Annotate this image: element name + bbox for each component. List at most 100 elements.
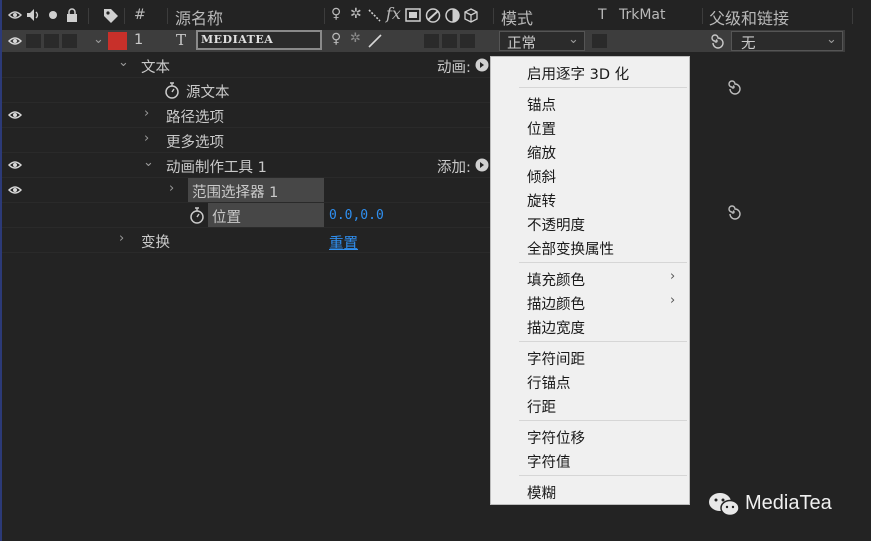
shy-switch-icon[interactable]: ♀ bbox=[331, 31, 341, 47]
position-value[interactable]: 0.0,0.0 bbox=[329, 208, 384, 223]
lock-icon[interactable] bbox=[66, 8, 78, 22]
menu-item-character-value[interactable]: 字符值 bbox=[527, 451, 571, 472]
chevron-down-icon[interactable]: ⌄ bbox=[118, 55, 129, 70]
menu-item-line-spacing[interactable]: 行距 bbox=[527, 396, 556, 417]
layer-name-field[interactable]: MEDIATEA bbox=[196, 30, 322, 50]
menu-item-tracking[interactable]: 字符间距 bbox=[527, 348, 585, 369]
menu-item-rotation[interactable]: 旋转 bbox=[527, 190, 556, 211]
property-label-transform: 变换 bbox=[141, 235, 170, 251]
column-separator bbox=[324, 8, 325, 24]
quality-switch-icon[interactable] bbox=[368, 34, 382, 48]
menu-item-character-offset[interactable]: 字符位移 bbox=[527, 427, 585, 448]
motion-blur-icon[interactable] bbox=[405, 8, 421, 22]
property-source-text[interactable]: 源文本 bbox=[0, 78, 490, 103]
property-group-path-options[interactable]: › 路径选项 bbox=[0, 103, 490, 128]
collapse-switch-icon[interactable]: ✲ bbox=[350, 6, 362, 22]
add-label: 添加: bbox=[437, 160, 471, 176]
eye-icon[interactable] bbox=[8, 10, 22, 20]
menu-item-all-transform[interactable]: 全部变换属性 bbox=[527, 238, 614, 259]
menu-separator bbox=[519, 341, 687, 342]
pick-whip-icon[interactable] bbox=[725, 204, 741, 220]
menu-item-position[interactable]: 位置 bbox=[527, 118, 556, 139]
shy-switch-icon[interactable]: ♀ bbox=[331, 6, 341, 22]
preserve-transparency-toggle[interactable] bbox=[592, 34, 607, 48]
property-group-transform[interactable]: › 变换 重置 bbox=[0, 228, 490, 253]
add-menu-button-icon[interactable] bbox=[475, 158, 489, 172]
chevron-down-icon: ⌄ bbox=[568, 32, 579, 47]
eye-icon[interactable] bbox=[8, 185, 22, 195]
column-header-bar: # 源名称 ♀ ✲ fx 模式 T TrkMat 父级和链接 bbox=[0, 0, 871, 30]
column-trkmat-header[interactable]: TrkMat bbox=[619, 7, 666, 23]
layer-expand-chevron-icon[interactable]: ⌄ bbox=[93, 32, 104, 47]
blend-mode-value: 正常 bbox=[507, 36, 536, 52]
wechat-icon bbox=[709, 493, 740, 517]
chevron-right-icon[interactable]: › bbox=[119, 231, 124, 246]
chevron-right-icon[interactable]: › bbox=[144, 106, 149, 121]
parent-dropdown[interactable]: 无 ⌄ bbox=[731, 31, 843, 52]
chevron-right-icon[interactable]: › bbox=[169, 181, 174, 196]
column-parent-header[interactable]: 父级和链接 bbox=[709, 5, 789, 29]
quality-switch-icon[interactable] bbox=[368, 9, 381, 22]
lock-toggle[interactable] bbox=[62, 34, 77, 48]
eye-icon[interactable] bbox=[8, 160, 22, 170]
menu-item-blur[interactable]: 模糊 bbox=[527, 482, 556, 503]
parent-pick-whip-icon[interactable] bbox=[708, 33, 724, 49]
solo-toggle[interactable] bbox=[44, 34, 59, 48]
label-color-swatch[interactable] bbox=[108, 32, 127, 50]
menu-item-line-anchor[interactable]: 行锚点 bbox=[527, 372, 571, 393]
motion-blur-switch[interactable] bbox=[424, 34, 439, 48]
menu-item-stroke-color[interactable]: 描边颜色 bbox=[527, 293, 585, 314]
property-group-range-selector[interactable]: › 范围选择器 1 bbox=[0, 178, 490, 203]
menu-separator bbox=[519, 420, 687, 421]
eye-icon[interactable] bbox=[8, 36, 22, 46]
adjustment-layer-switch[interactable] bbox=[442, 34, 457, 48]
property-label-more-options: 更多选项 bbox=[166, 135, 224, 151]
pick-whip-icon[interactable] bbox=[725, 79, 741, 95]
layer-row[interactable]: ⌄ 1 T MEDIATEA ♀ ✲ 正常 ⌄ 无 ⌄ bbox=[0, 30, 845, 52]
submenu-arrow-icon: › bbox=[670, 293, 676, 308]
frame-blending-icon[interactable] bbox=[425, 8, 441, 23]
column-separator bbox=[124, 8, 125, 24]
menu-item-fill-color[interactable]: 填充颜色 bbox=[527, 269, 585, 290]
chevron-right-icon[interactable]: › bbox=[144, 131, 149, 146]
property-group-more-options[interactable]: › 更多选项 bbox=[0, 128, 490, 153]
solo-icon[interactable] bbox=[48, 10, 58, 20]
text-layer-type-icon: T bbox=[176, 31, 187, 49]
eye-icon[interactable] bbox=[8, 110, 22, 120]
menu-item-skew[interactable]: 倾斜 bbox=[527, 166, 556, 187]
3d-layer-switch[interactable] bbox=[460, 34, 475, 48]
effects-switch-icon[interactable]: fx bbox=[386, 4, 401, 23]
property-group-animator[interactable]: ⌄ 动画制作工具 1 添加: bbox=[0, 153, 490, 178]
submenu-arrow-icon: › bbox=[670, 269, 676, 284]
3d-layer-icon[interactable] bbox=[464, 8, 478, 23]
property-label-range-selector: 范围选择器 1 bbox=[192, 185, 279, 201]
menu-item-stroke-width[interactable]: 描边宽度 bbox=[527, 317, 585, 338]
animate-label: 动画: bbox=[437, 60, 471, 76]
chevron-down-icon[interactable]: ⌄ bbox=[143, 155, 154, 170]
animate-menu-button-icon[interactable] bbox=[475, 58, 489, 72]
stopwatch-icon[interactable] bbox=[189, 207, 205, 224]
reset-link[interactable]: 重置 bbox=[329, 232, 358, 253]
column-preserve-transparency-header: T bbox=[598, 7, 607, 23]
menu-item-enable-3d[interactable]: 启用逐字 3D 化 bbox=[527, 63, 629, 84]
column-source-name-header[interactable]: 源名称 bbox=[175, 5, 223, 29]
collapse-switch-icon[interactable]: ✲ bbox=[350, 31, 361, 46]
column-separator bbox=[493, 8, 494, 24]
menu-separator bbox=[519, 262, 687, 263]
audio-icon[interactable] bbox=[26, 8, 42, 22]
adjustment-layer-icon[interactable] bbox=[445, 8, 460, 23]
property-group-text[interactable]: ⌄ 文本 动画: bbox=[0, 53, 490, 78]
chevron-down-icon: ⌄ bbox=[826, 32, 837, 47]
audio-toggle[interactable] bbox=[26, 34, 41, 48]
blend-mode-dropdown[interactable]: 正常 ⌄ bbox=[499, 31, 585, 52]
menu-item-scale[interactable]: 缩放 bbox=[527, 142, 556, 163]
stopwatch-icon[interactable] bbox=[164, 82, 180, 99]
animate-context-menu: 启用逐字 3D 化 锚点 位置 缩放 倾斜 旋转 不透明度 全部变换属性 填充颜… bbox=[490, 56, 690, 505]
menu-item-opacity[interactable]: 不透明度 bbox=[527, 214, 585, 235]
column-mode-header[interactable]: 模式 bbox=[501, 5, 533, 29]
property-label-position: 位置 bbox=[212, 210, 241, 226]
parent-value: 无 bbox=[741, 36, 756, 52]
menu-item-anchor[interactable]: 锚点 bbox=[527, 94, 556, 115]
label-tag-icon[interactable] bbox=[103, 8, 119, 24]
property-position[interactable]: 位置 0.0,0.0 bbox=[0, 203, 490, 228]
